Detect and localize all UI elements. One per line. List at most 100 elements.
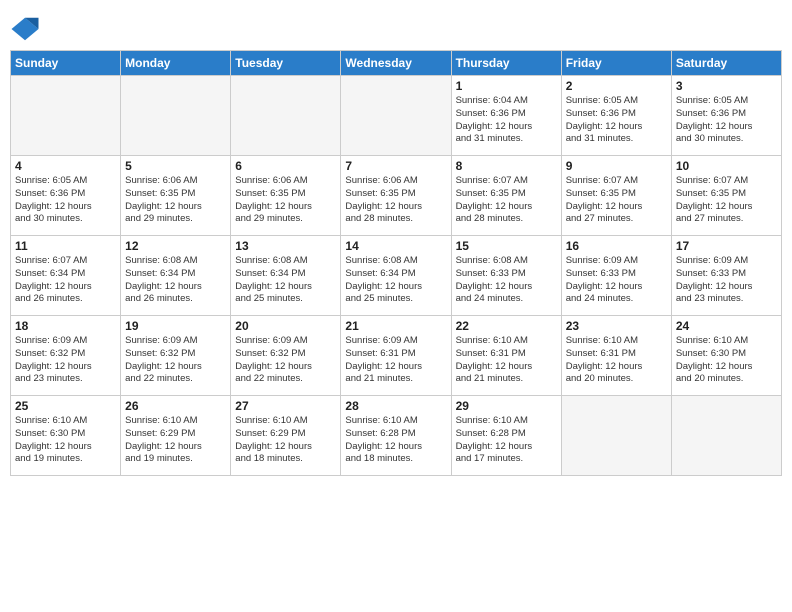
cell-info: Sunrise: 6:07 AMSunset: 6:35 PMDaylight:… (456, 175, 557, 226)
week-row-4: 25 Sunrise: 6:10 AMSunset: 6:30 PMDayligh… (11, 396, 782, 476)
day-number: 27 (235, 399, 336, 413)
week-row-1: 4 Sunrise: 6:05 AMSunset: 6:36 PMDaylight… (11, 156, 782, 236)
calendar-cell: 12 Sunrise: 6:08 AMSunset: 6:34 PMDayligh… (121, 236, 231, 316)
header-friday: Friday (561, 51, 671, 76)
calendar-cell (231, 76, 341, 156)
calendar-cell: 11 Sunrise: 6:07 AMSunset: 6:34 PMDayligh… (11, 236, 121, 316)
header-wednesday: Wednesday (341, 51, 451, 76)
cell-info: Sunrise: 6:10 AMSunset: 6:31 PMDaylight:… (566, 335, 667, 386)
cell-info: Sunrise: 6:07 AMSunset: 6:34 PMDaylight:… (15, 255, 116, 306)
cell-info: Sunrise: 6:07 AMSunset: 6:35 PMDaylight:… (676, 175, 777, 226)
calendar-cell: 14Sunrise: 6:08 AMSunset: 6:34 PMDayligh… (341, 236, 451, 316)
week-row-3: 18Sunrise: 6:09 AMSunset: 6:32 PMDayligh… (11, 316, 782, 396)
cell-info: Sunrise: 6:04 AMSunset: 6:36 PMDaylight:… (456, 95, 557, 146)
day-number: 16 (566, 239, 667, 253)
header-saturday: Saturday (671, 51, 781, 76)
day-number: 19 (125, 319, 226, 333)
day-number: 26 (125, 399, 226, 413)
calendar-cell (561, 396, 671, 476)
calendar-cell: 1 Sunrise: 6:04 AMSunset: 6:36 PMDaylight… (451, 76, 561, 156)
cell-info: Sunrise: 6:09 AMSunset: 6:33 PMDaylight:… (676, 255, 777, 306)
cell-info: Sunrise: 6:09 AMSunset: 6:31 PMDaylight:… (345, 335, 446, 386)
calendar-cell: 13 Sunrise: 6:08 AMSunset: 6:34 PMDayligh… (231, 236, 341, 316)
calendar-cell: 27 Sunrise: 6:10 AMSunset: 6:29 PMDayligh… (231, 396, 341, 476)
day-number: 9 (566, 159, 667, 173)
calendar-cell: 7 Sunrise: 6:06 AMSunset: 6:35 PMDaylight… (341, 156, 451, 236)
day-number: 7 (345, 159, 446, 173)
cell-info: Sunrise: 6:09 AMSunset: 6:32 PMDaylight:… (125, 335, 226, 386)
logo (10, 14, 44, 44)
header-sunday: Sunday (11, 51, 121, 76)
calendar-cell: 26 Sunrise: 6:10 AMSunset: 6:29 PMDayligh… (121, 396, 231, 476)
calendar-cell (121, 76, 231, 156)
day-number: 14 (345, 239, 446, 253)
calendar-cell: 24 Sunrise: 6:10 AMSunset: 6:30 PMDayligh… (671, 316, 781, 396)
day-number: 15 (456, 239, 557, 253)
cell-info: Sunrise: 6:06 AMSunset: 6:35 PMDaylight:… (345, 175, 446, 226)
cell-info: Sunrise: 6:05 AMSunset: 6:36 PMDaylight:… (566, 95, 667, 146)
week-row-2: 11 Sunrise: 6:07 AMSunset: 6:34 PMDayligh… (11, 236, 782, 316)
day-number: 6 (235, 159, 336, 173)
calendar-cell (11, 76, 121, 156)
cell-info: Sunrise: 6:10 AMSunset: 6:30 PMDaylight:… (676, 335, 777, 386)
calendar-cell (341, 76, 451, 156)
calendar-cell: 18Sunrise: 6:09 AMSunset: 6:32 PMDayligh… (11, 316, 121, 396)
page-header (10, 10, 782, 44)
day-number: 12 (125, 239, 226, 253)
day-number: 10 (676, 159, 777, 173)
calendar-cell: 19 Sunrise: 6:09 AMSunset: 6:32 PMDayligh… (121, 316, 231, 396)
calendar-cell: 8 Sunrise: 6:07 AMSunset: 6:35 PMDaylight… (451, 156, 561, 236)
cell-info: Sunrise: 6:10 AMSunset: 6:29 PMDaylight:… (235, 415, 336, 466)
day-number: 2 (566, 79, 667, 93)
day-number: 24 (676, 319, 777, 333)
day-number: 17 (676, 239, 777, 253)
calendar-cell: 5 Sunrise: 6:06 AMSunset: 6:35 PMDaylight… (121, 156, 231, 236)
calendar-cell: 17 Sunrise: 6:09 AMSunset: 6:33 PMDayligh… (671, 236, 781, 316)
calendar-cell: 15Sunrise: 6:08 AMSunset: 6:33 PMDayligh… (451, 236, 561, 316)
header-row: SundayMondayTuesdayWednesdayThursdayFrid… (11, 51, 782, 76)
cell-info: Sunrise: 6:08 AMSunset: 6:34 PMDaylight:… (235, 255, 336, 306)
calendar-cell: 16 Sunrise: 6:09 AMSunset: 6:33 PMDayligh… (561, 236, 671, 316)
calendar-table: SundayMondayTuesdayWednesdayThursdayFrid… (10, 50, 782, 476)
calendar-cell: 10 Sunrise: 6:07 AMSunset: 6:35 PMDayligh… (671, 156, 781, 236)
header-thursday: Thursday (451, 51, 561, 76)
day-number: 28 (345, 399, 446, 413)
day-number: 13 (235, 239, 336, 253)
day-number: 3 (676, 79, 777, 93)
day-number: 23 (566, 319, 667, 333)
calendar-cell: 29Sunrise: 6:10 AMSunset: 6:28 PMDayligh… (451, 396, 561, 476)
cell-info: Sunrise: 6:10 AMSunset: 6:29 PMDaylight:… (125, 415, 226, 466)
day-number: 20 (235, 319, 336, 333)
cell-info: Sunrise: 6:09 AMSunset: 6:32 PMDaylight:… (15, 335, 116, 386)
calendar-cell: 20 Sunrise: 6:09 AMSunset: 6:32 PMDayligh… (231, 316, 341, 396)
calendar-cell: 4 Sunrise: 6:05 AMSunset: 6:36 PMDaylight… (11, 156, 121, 236)
day-number: 5 (125, 159, 226, 173)
calendar-cell: 6 Sunrise: 6:06 AMSunset: 6:35 PMDaylight… (231, 156, 341, 236)
cell-info: Sunrise: 6:07 AMSunset: 6:35 PMDaylight:… (566, 175, 667, 226)
cell-info: Sunrise: 6:06 AMSunset: 6:35 PMDaylight:… (125, 175, 226, 226)
cell-info: Sunrise: 6:08 AMSunset: 6:34 PMDaylight:… (125, 255, 226, 306)
cell-info: Sunrise: 6:05 AMSunset: 6:36 PMDaylight:… (15, 175, 116, 226)
calendar-cell: 3 Sunrise: 6:05 AMSunset: 6:36 PMDaylight… (671, 76, 781, 156)
cell-info: Sunrise: 6:06 AMSunset: 6:35 PMDaylight:… (235, 175, 336, 226)
day-number: 1 (456, 79, 557, 93)
calendar-cell: 28 Sunrise: 6:10 AMSunset: 6:28 PMDayligh… (341, 396, 451, 476)
header-monday: Monday (121, 51, 231, 76)
cell-info: Sunrise: 6:09 AMSunset: 6:32 PMDaylight:… (235, 335, 336, 386)
logo-icon (10, 14, 40, 44)
day-number: 8 (456, 159, 557, 173)
day-number: 25 (15, 399, 116, 413)
calendar-cell: 25 Sunrise: 6:10 AMSunset: 6:30 PMDayligh… (11, 396, 121, 476)
calendar-cell: 23 Sunrise: 6:10 AMSunset: 6:31 PMDayligh… (561, 316, 671, 396)
day-number: 11 (15, 239, 116, 253)
cell-info: Sunrise: 6:10 AMSunset: 6:28 PMDaylight:… (456, 415, 557, 466)
day-number: 4 (15, 159, 116, 173)
calendar-cell: 2 Sunrise: 6:05 AMSunset: 6:36 PMDaylight… (561, 76, 671, 156)
calendar-cell: 22Sunrise: 6:10 AMSunset: 6:31 PMDayligh… (451, 316, 561, 396)
cell-info: Sunrise: 6:10 AMSunset: 6:31 PMDaylight:… (456, 335, 557, 386)
cell-info: Sunrise: 6:10 AMSunset: 6:28 PMDaylight:… (345, 415, 446, 466)
cell-info: Sunrise: 6:09 AMSunset: 6:33 PMDaylight:… (566, 255, 667, 306)
cell-info: Sunrise: 6:05 AMSunset: 6:36 PMDaylight:… (676, 95, 777, 146)
cell-info: Sunrise: 6:10 AMSunset: 6:30 PMDaylight:… (15, 415, 116, 466)
header-tuesday: Tuesday (231, 51, 341, 76)
